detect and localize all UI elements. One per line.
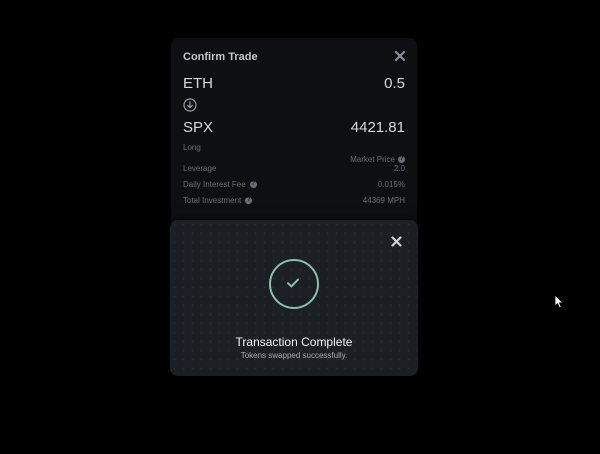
detail-label: Leverage (183, 164, 217, 173)
market-price-label: Market Price ? (350, 155, 405, 164)
market-price-text: Market Price (350, 155, 395, 164)
to-row: SPX 4421.81 (183, 119, 405, 137)
from-asset: ETH (183, 75, 213, 92)
detail-label: Daily Interest Fee (183, 180, 246, 189)
modal-subtitle: Tokens swapped successfully. (240, 351, 348, 360)
detail-label: Total Investment (183, 196, 242, 205)
from-row: ETH 0.5 (183, 75, 405, 93)
cursor-icon (554, 294, 564, 309)
position-label: Long (183, 143, 201, 152)
detail-row-total-investment: Total Investment? 44369 MPH (183, 196, 405, 208)
help-icon[interactable]: ? (249, 181, 257, 188)
arrow-down-circle-icon[interactable] (183, 98, 197, 112)
help-icon[interactable]: ? (245, 197, 253, 204)
detail-value: 44369 MPH (362, 196, 405, 205)
to-price: 4421.81 (350, 119, 405, 136)
check-circle-icon (269, 259, 319, 309)
from-amount: 0.5 (384, 75, 405, 92)
detail-value: 0.015% (377, 180, 405, 189)
help-icon[interactable]: ? (398, 156, 405, 163)
close-icon[interactable] (391, 236, 402, 247)
check-icon (287, 278, 299, 288)
close-icon[interactable] (394, 50, 406, 62)
card-title: Confirm Trade (183, 51, 258, 63)
detail-row-daily-interest-fee: Daily Interest Fee? 0.015% (183, 180, 405, 192)
screen: Confirm Trade ETH 0.5 SPX 4421.81 Long M… (0, 0, 600, 454)
transaction-complete-modal: Transaction Complete Tokens swapped succ… (170, 220, 418, 376)
to-sub-row: Long Market Price ? (183, 137, 405, 164)
detail-row-leverage: Leverage 2.0 (183, 164, 405, 176)
to-asset: SPX (183, 119, 214, 136)
detail-value: 2.0 (393, 164, 405, 173)
modal-title: Transaction Complete (235, 335, 353, 349)
